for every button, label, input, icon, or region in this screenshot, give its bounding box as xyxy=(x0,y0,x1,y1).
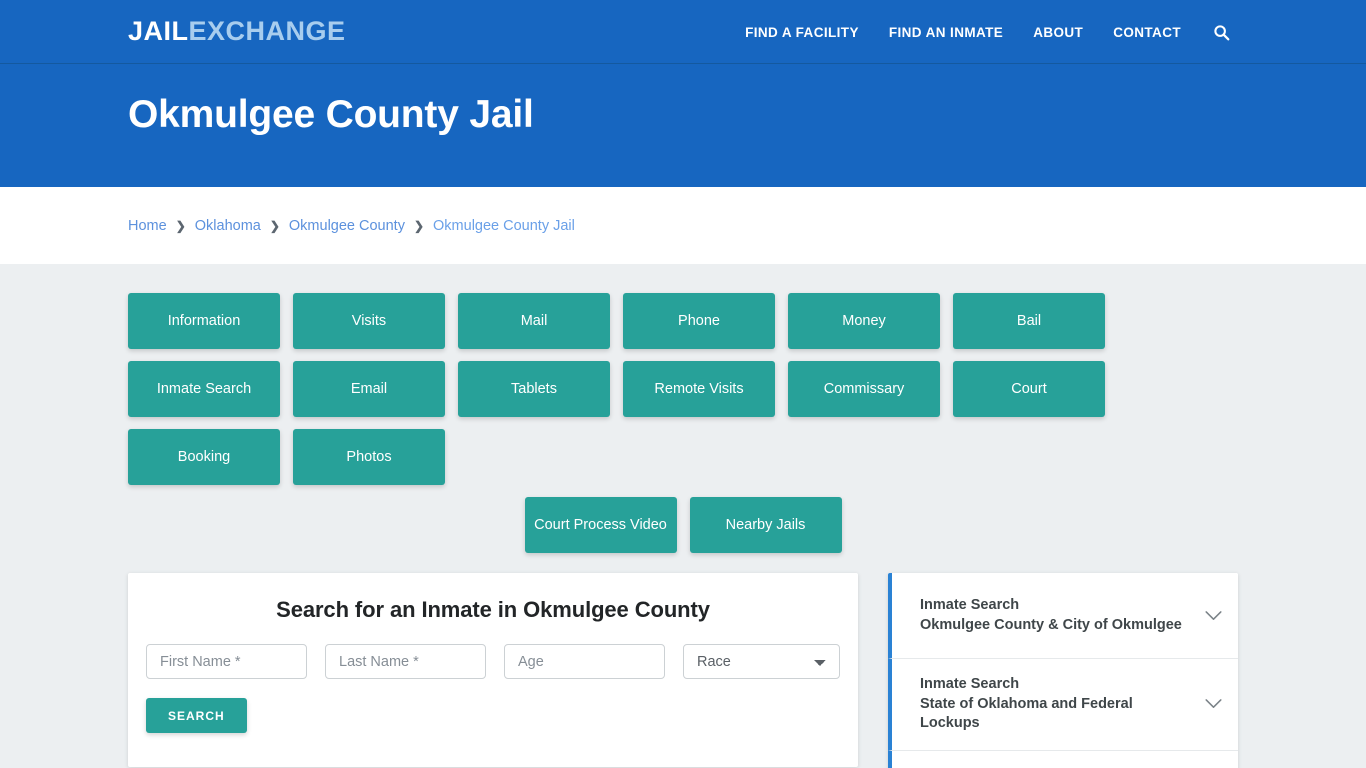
chevron-right-icon: ❯ xyxy=(413,218,425,233)
top-navbar: JAILEXCHANGE FIND A FACILITY FIND AN INM… xyxy=(0,0,1366,64)
tile-photos[interactable]: Photos xyxy=(293,429,445,485)
site-logo[interactable]: JAILEXCHANGE xyxy=(128,18,346,45)
breadcrumb: Home ❯ Oklahoma ❯ Okmulgee County ❯ Okmu… xyxy=(128,218,575,234)
left-column: Search for an Inmate in Okmulgee County … xyxy=(128,573,858,768)
nav-item-find-an-inmate[interactable]: FIND AN INMATE xyxy=(874,25,1018,40)
race-select[interactable]: Race xyxy=(683,644,840,679)
sidebar-accordion: Inmate Search Okmulgee County & City of … xyxy=(888,573,1238,768)
tile-tablets[interactable]: Tablets xyxy=(458,361,610,417)
accordion-item-line2: State of Oklahoma and Federal Lockups xyxy=(920,695,1133,732)
breadcrumb-band: Home ❯ Oklahoma ❯ Okmulgee County ❯ Okmu… xyxy=(0,187,1366,264)
accordion-item-inmate-search-state[interactable]: Inmate Search State of Oklahoma and Fede… xyxy=(888,659,1238,751)
tile-grid-row-3: Court Process Video Nearby Jails xyxy=(128,497,1238,553)
chevron-down-icon[interactable] xyxy=(1202,605,1224,627)
search-icon[interactable] xyxy=(1204,15,1238,49)
tile-commissary[interactable]: Commissary xyxy=(788,361,940,417)
tile-mail[interactable]: Mail xyxy=(458,293,610,349)
inmate-search-form: Race xyxy=(146,644,840,679)
tile-court-process-video[interactable]: Court Process Video xyxy=(524,497,677,553)
tile-phone[interactable]: Phone xyxy=(623,293,775,349)
section-tile-grid: Information Visits Mail Phone Money Bail… xyxy=(128,264,1238,485)
nav-item-about[interactable]: ABOUT xyxy=(1018,25,1098,40)
primary-nav: FIND A FACILITY FIND AN INMATE ABOUT CON… xyxy=(730,0,1238,64)
tile-information[interactable]: Information xyxy=(128,293,280,349)
age-input[interactable] xyxy=(504,644,665,679)
tile-remote-visits[interactable]: Remote Visits xyxy=(623,361,775,417)
accordion-item-contact-information[interactable]: Okmulgee County Jail Contact Information xyxy=(888,750,1238,768)
content-columns: Search for an Inmate in Okmulgee County … xyxy=(128,553,1238,768)
tile-visits[interactable]: Visits xyxy=(293,293,445,349)
accordion-item-text: Inmate Search Okmulgee County & City of … xyxy=(920,596,1202,635)
search-button[interactable]: SEARCH xyxy=(146,698,247,733)
chevron-right-icon: ❯ xyxy=(269,218,280,233)
accordion-item-inmate-search-county[interactable]: Inmate Search Okmulgee County & City of … xyxy=(888,573,1238,659)
last-name-input[interactable] xyxy=(325,644,486,679)
breadcrumb-item-current: Okmulgee County Jail xyxy=(433,217,575,234)
page-body: Information Visits Mail Phone Money Bail… xyxy=(0,264,1366,768)
tile-inmate-search[interactable]: Inmate Search xyxy=(128,361,280,417)
breadcrumb-item-home[interactable]: Home xyxy=(128,218,167,234)
logo-text-jail: JAIL xyxy=(128,16,189,46)
nav-item-find-a-facility[interactable]: FIND A FACILITY xyxy=(730,25,874,40)
tile-email[interactable]: Email xyxy=(293,361,445,417)
tile-court[interactable]: Court xyxy=(953,361,1105,417)
tile-money[interactable]: Money xyxy=(788,293,940,349)
tile-bail[interactable]: Bail xyxy=(953,293,1105,349)
tile-nearby-jails[interactable]: Nearby Jails xyxy=(689,497,842,553)
breadcrumb-item-okmulgee-county[interactable]: Okmulgee County xyxy=(289,218,405,234)
chevron-right-icon: ❯ xyxy=(175,218,186,233)
accordion-item-text: Inmate Search State of Oklahoma and Fede… xyxy=(920,675,1202,734)
accordion-item-line1: Inmate Search xyxy=(920,676,1020,692)
right-column: Inmate Search Okmulgee County & City of … xyxy=(888,573,1238,768)
tile-booking[interactable]: Booking xyxy=(128,429,280,485)
page-hero: Okmulgee County Jail xyxy=(0,64,1366,187)
nav-item-contact[interactable]: CONTACT xyxy=(1098,25,1196,40)
inmate-search-heading: Search for an Inmate in Okmulgee County xyxy=(276,597,710,622)
logo-text-exchange: EXCHANGE xyxy=(188,16,346,46)
chevron-down-icon[interactable] xyxy=(1202,693,1224,715)
inmate-search-panel: Search for an Inmate in Okmulgee County … xyxy=(128,573,858,767)
accordion-item-line2: Okmulgee County & City of Okmulgee xyxy=(920,616,1182,633)
page-title: Okmulgee County Jail xyxy=(128,93,534,136)
breadcrumb-item-oklahoma[interactable]: Oklahoma xyxy=(195,218,261,234)
accordion-item-line1: Inmate Search xyxy=(920,596,1020,613)
first-name-input[interactable] xyxy=(146,644,307,679)
